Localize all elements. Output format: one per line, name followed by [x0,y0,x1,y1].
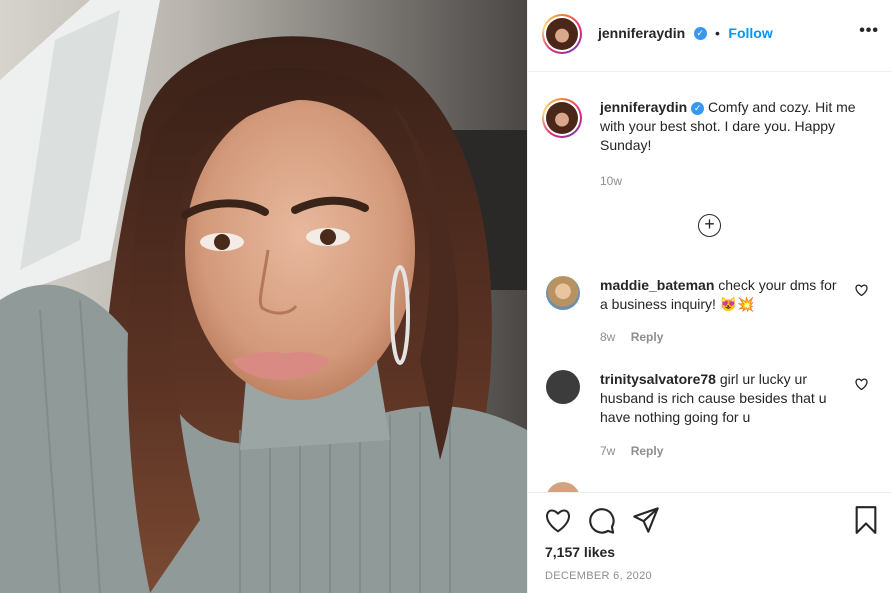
more-options-icon[interactable]: ••• [859,22,879,40]
next-comment-avatar-partial [546,482,580,492]
comment-icon[interactable] [588,507,616,535]
commenter-avatar[interactable] [546,276,580,310]
follow-button[interactable]: Follow [728,25,772,41]
post-header: jenniferaydin ✓ • Follow ••• [528,0,892,72]
author-avatar[interactable] [542,14,582,54]
heart-icon[interactable] [544,508,572,533]
commenter-avatar[interactable] [546,370,580,404]
caption-time[interactable]: 10w [600,174,622,188]
comment-time[interactable]: 7w [600,444,615,458]
separator-dot: • [715,25,720,41]
verified-badge-icon: ✓ [691,101,705,115]
caption-username[interactable]: jenniferaydin [600,99,687,115]
bookmark-icon[interactable] [854,506,878,534]
caption-text-block: jenniferaydin ✓ Comfy and cozy. Hit me wi… [600,98,870,155]
comment-time[interactable]: 8w [600,330,615,344]
comment-item: trinitysalvatore78 girl ur lucky ur husb… [542,370,882,470]
author-username[interactable]: jenniferaydin [598,25,685,41]
commenter-username[interactable]: trinitysalvatore78 [600,371,716,387]
like-comment-heart-icon[interactable] [855,284,868,296]
comment-meta: 8w Reply [600,330,663,344]
comment-text-block: maddie_bateman check your dms for a busi… [600,276,840,314]
reply-button[interactable]: Reply [631,444,664,458]
post-photo[interactable] [0,0,527,593]
like-comment-heart-icon[interactable] [855,378,868,390]
post-detail-panel: jenniferaydin ✓ • Follow ••• jenniferayd… [527,0,892,593]
selfie-image [0,0,527,593]
comment-meta: 7w Reply [600,444,663,458]
post-actions: 7,157 likes DECEMBER 6, 2020 [528,492,892,593]
reply-button[interactable]: Reply [631,330,664,344]
comment-text-block: trinitysalvatore78 girl ur lucky ur husb… [600,370,840,427]
verified-badge-icon: ✓ [693,27,707,41]
commenter-username[interactable]: maddie_bateman [600,277,714,293]
share-icon[interactable] [632,507,660,533]
comment-item: maddie_bateman check your dms for a busi… [542,276,882,356]
caption-avatar[interactable] [542,98,582,138]
likes-count[interactable]: 7,157 likes [545,544,615,560]
caption: jenniferaydin ✓ Comfy and cozy. Hit me wi… [542,98,882,198]
add-comment-icon[interactable]: + [698,214,721,237]
post-date[interactable]: DECEMBER 6, 2020 [545,570,652,582]
